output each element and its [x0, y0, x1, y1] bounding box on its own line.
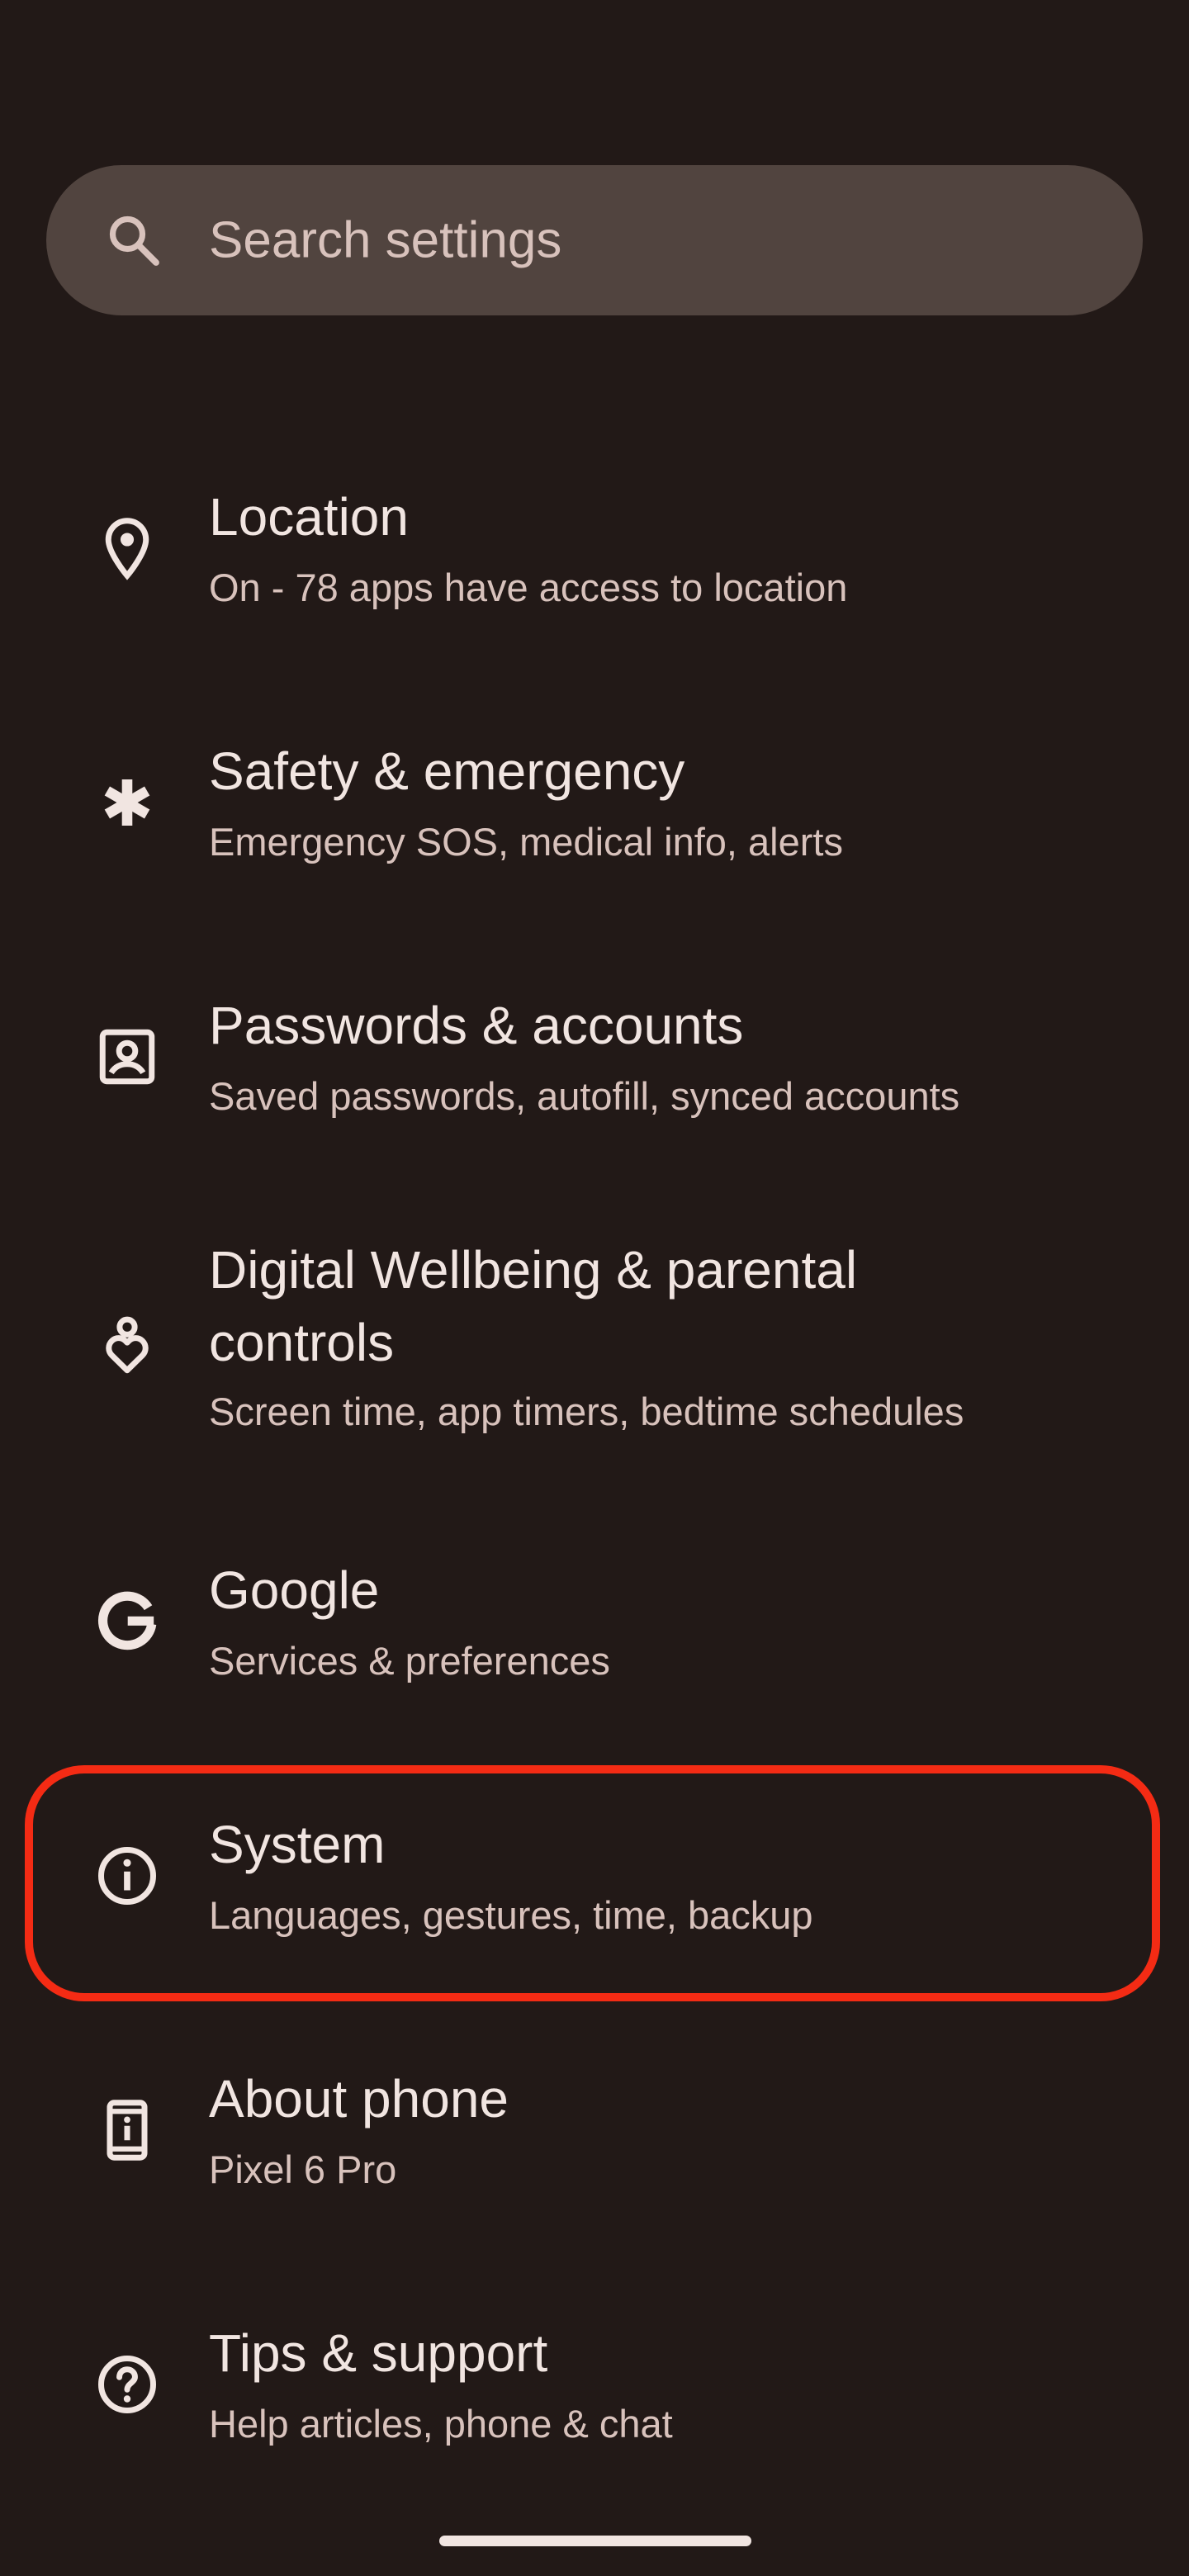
account-box-icon [92, 1022, 162, 1091]
info-icon [92, 1841, 162, 1911]
settings-list: Location On - 78 apps have access to loc… [0, 0, 1189, 2576]
asterisk-icon [92, 768, 162, 837]
settings-item-subtitle: On - 78 apps have access to location [209, 566, 848, 609]
settings-item-subtitle: Saved passwords, autofill, synced accoun… [209, 1074, 960, 1118]
settings-item-title: Safety & emergency [209, 741, 685, 801]
help-icon [92, 2350, 162, 2419]
settings-item-subtitle: Services & preferences [209, 1639, 610, 1683]
settings-item-title: Passwords & accounts [209, 996, 744, 1055]
settings-item-about-phone[interactable]: About phone Pixel 6 Pro [0, 2061, 1189, 2226]
settings-item-subtitle: Pixel 6 Pro [209, 2147, 397, 2191]
settings-item-passwords-accounts[interactable]: Passwords & accounts Saved passwords, au… [0, 987, 1189, 1153]
settings-item-subtitle: Languages, gestures, time, backup [209, 1893, 813, 1937]
google-g-icon [92, 1587, 162, 1656]
settings-item-subtitle: Emergency SOS, medical info, alerts [209, 820, 843, 864]
settings-item-title: About phone [209, 2069, 509, 2129]
settings-item-safety-emergency[interactable]: Safety & emergency Emergency SOS, medica… [0, 733, 1189, 898]
settings-item-title: Digital Wellbeing & parental controls [209, 1240, 858, 1372]
settings-item-location[interactable]: Location On - 78 apps have access to loc… [0, 479, 1189, 644]
settings-item-title: Tips & support [209, 2323, 548, 2383]
phone-info-icon [92, 2095, 162, 2165]
settings-item-title: Google [209, 1560, 380, 1620]
settings-item-subtitle: Help articles, phone & chat [209, 2402, 673, 2446]
settings-item-tips-support[interactable]: Tips & support Help articles, phone & ch… [0, 2315, 1189, 2480]
settings-item-digital-wellbeing[interactable]: Digital Wellbeing & parental controls Sc… [0, 1234, 1189, 1456]
settings-item-subtitle: Screen time, app timers, bedtime schedul… [209, 1390, 964, 1433]
settings-item-google[interactable]: Google Services & preferences [0, 1552, 1189, 1717]
gesture-nav-handle[interactable] [439, 2536, 751, 2546]
settings-item-title: System [209, 1815, 386, 1874]
settings-item-title: Location [209, 487, 409, 547]
location-pin-icon [92, 514, 162, 583]
settings-item-system[interactable]: System Languages, gestures, time, backup [0, 1807, 1189, 1972]
wellbeing-icon [92, 1311, 162, 1380]
